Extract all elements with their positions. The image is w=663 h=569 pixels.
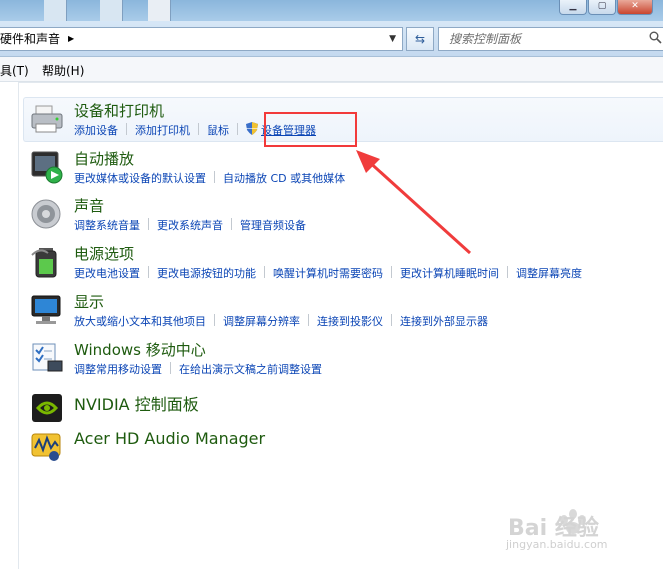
category-title-sound[interactable]: 声音 xyxy=(74,195,104,216)
uac-shield-icon xyxy=(246,122,258,138)
link-divider xyxy=(148,218,149,230)
links-mobility-center: 调整常用移动设置 在给出演示文稿之前调整设置 xyxy=(74,361,322,377)
link-divider xyxy=(308,314,309,326)
nvidia-icon[interactable] xyxy=(30,391,64,425)
annotation-arrow xyxy=(356,150,472,255)
title-bar: ▁ ▢ ✕ xyxy=(0,0,663,21)
menu-help[interactable]: 帮助(H) xyxy=(42,62,84,79)
link-add-device[interactable]: 添加设备 xyxy=(74,122,118,138)
links-display: 放大或缩小文本和其他项目 调整屏幕分辨率 连接到投影仪 连接到外部显示器 xyxy=(74,313,488,329)
address-bar[interactable]: 硬件和声音 ▶ ▼ xyxy=(0,27,403,51)
link-divider xyxy=(198,123,199,135)
window-thumbnail xyxy=(148,0,171,21)
link-screen-resolution[interactable]: 调整屏幕分辨率 xyxy=(223,313,300,329)
links-sound: 调整系统音量 更改系统声音 管理音频设备 xyxy=(74,217,306,233)
link-change-media-defaults[interactable]: 更改媒体或设备的默认设置 xyxy=(74,170,206,186)
maximize-button[interactable]: ▢ xyxy=(588,0,616,15)
menu-bar: 具(T) 帮助(H) xyxy=(0,57,663,82)
link-divider xyxy=(391,266,392,278)
link-divider xyxy=(231,218,232,230)
link-divider xyxy=(214,171,215,183)
category-title-devices-printers[interactable]: 设备和打印机 xyxy=(74,100,164,121)
category-title-autoplay[interactable]: 自动播放 xyxy=(74,148,134,169)
link-divider xyxy=(507,266,508,278)
address-dropdown-icon[interactable]: ▼ xyxy=(389,28,396,50)
link-divider xyxy=(148,266,149,278)
category-title-acer-audio[interactable]: Acer HD Audio Manager xyxy=(74,429,265,448)
links-power-options: 更改电池设置 更改电源按钮的功能 唤醒计算机时需要密码 更改计算机睡眠时间 调整… xyxy=(74,265,582,281)
link-text-size[interactable]: 放大或缩小文本和其他项目 xyxy=(74,313,206,329)
watermark-url: jingyan.baidu.com xyxy=(506,538,608,551)
autoplay-icon[interactable] xyxy=(30,150,64,184)
links-autoplay: 更改媒体或设备的默认设置 自动播放 CD 或其他媒体 xyxy=(74,170,345,186)
link-manage-audio-devices[interactable]: 管理音频设备 xyxy=(240,217,306,233)
link-external-display[interactable]: 连接到外部显示器 xyxy=(400,313,488,329)
breadcrumb-arrow-icon[interactable]: ▶ xyxy=(68,28,74,50)
display-icon[interactable] xyxy=(30,293,64,327)
window-thumbnail xyxy=(44,0,67,21)
mobility-center-icon[interactable] xyxy=(30,341,64,375)
link-mobility-settings[interactable]: 调整常用移动设置 xyxy=(74,361,162,377)
window-thumbnail xyxy=(100,0,123,21)
address-row: 硬件和声音 ▶ ▼ ⇆ xyxy=(0,21,663,57)
link-mouse[interactable]: 鼠标 xyxy=(207,122,229,138)
search-box[interactable] xyxy=(438,27,663,51)
link-battery-settings[interactable]: 更改电池设置 xyxy=(74,265,140,281)
speaker-icon[interactable] xyxy=(30,197,64,231)
link-add-printer[interactable]: 添加打印机 xyxy=(135,122,190,138)
link-screen-brightness[interactable]: 调整屏幕亮度 xyxy=(516,265,582,281)
audio-manager-icon[interactable] xyxy=(30,430,64,464)
link-connect-projector[interactable]: 连接到投影仪 xyxy=(317,313,383,329)
link-change-system-sounds[interactable]: 更改系统声音 xyxy=(157,217,223,233)
minimize-button[interactable]: ▁ xyxy=(559,0,587,15)
link-divider xyxy=(264,266,265,278)
search-icon[interactable] xyxy=(649,31,662,47)
printer-icon[interactable] xyxy=(30,102,64,136)
close-button[interactable]: ✕ xyxy=(617,0,653,15)
link-divider xyxy=(214,314,215,326)
link-presentation-settings[interactable]: 在给出演示文稿之前调整设置 xyxy=(179,361,322,377)
annotation-highlight-box xyxy=(264,112,357,147)
link-autoplay-cd[interactable]: 自动播放 CD 或其他媒体 xyxy=(223,170,345,186)
refresh-icon: ⇆ xyxy=(414,32,426,46)
category-title-power-options[interactable]: 电源选项 xyxy=(74,243,134,264)
link-power-button[interactable]: 更改电源按钮的功能 xyxy=(157,265,256,281)
category-title-mobility-center[interactable]: Windows 移动中心 xyxy=(74,339,206,360)
battery-icon[interactable] xyxy=(30,245,64,279)
link-divider xyxy=(170,362,171,374)
breadcrumb-hardware-sound[interactable]: 硬件和声音 xyxy=(0,28,60,50)
link-divider xyxy=(391,314,392,326)
category-title-nvidia[interactable]: NVIDIA 控制面板 xyxy=(74,391,199,415)
search-input[interactable] xyxy=(447,31,641,47)
menu-tools[interactable]: 具(T) xyxy=(0,62,29,79)
link-adjust-volume[interactable]: 调整系统音量 xyxy=(74,217,140,233)
link-wake-password[interactable]: 唤醒计算机时需要密码 xyxy=(273,265,383,281)
link-divider xyxy=(126,123,127,135)
refresh-button[interactable]: ⇆ xyxy=(406,27,434,51)
link-divider xyxy=(237,123,238,135)
link-sleep-time[interactable]: 更改计算机睡眠时间 xyxy=(400,265,499,281)
baidu-watermark: Bai 经验 jingyan.baidu.com xyxy=(506,500,656,560)
category-title-display[interactable]: 显示 xyxy=(74,291,104,312)
